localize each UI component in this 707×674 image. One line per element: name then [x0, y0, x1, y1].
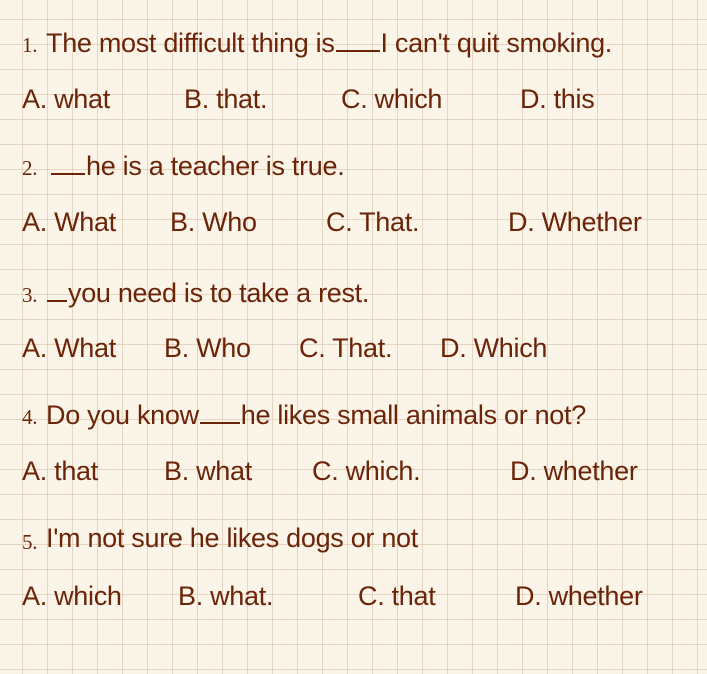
option-a[interactable]: A. that [22, 456, 98, 487]
option-d[interactable]: D. Which [440, 333, 547, 364]
question-text-before: The most difficult thing is [46, 28, 335, 58]
answer-blank [335, 26, 380, 52]
option-c[interactable]: C. that [358, 581, 436, 612]
option-a[interactable]: A. which [22, 581, 122, 612]
option-a[interactable]: A. What [22, 333, 116, 364]
question-3: 3. you need is to take a rest. [0, 272, 707, 312]
question-text: he is a teacher is true. [50, 149, 345, 182]
options-2: A. What B. Who C. That. D. Whether [0, 203, 707, 243]
option-c[interactable]: C. That. [299, 333, 392, 364]
question-number: 2. [22, 156, 38, 180]
question-text: I'm not sure he likes dogs or not [46, 523, 418, 553]
option-c[interactable]: C. That. [326, 207, 419, 238]
question-text-after: you need is to take a rest. [68, 278, 370, 308]
option-a[interactable]: A. What [22, 207, 116, 238]
option-d[interactable]: D. whether [510, 456, 638, 487]
option-d[interactable]: D. whether [515, 581, 643, 612]
question-4: 4. Do you know he likes small animals or … [0, 394, 707, 434]
question-number: 5. [22, 530, 38, 554]
answer-blank [199, 398, 240, 424]
option-b[interactable]: B. Who [170, 207, 257, 238]
options-4: A. that B. what C. which. D. whether [0, 452, 707, 492]
options-3: A. What B. Who C. That. D. Which [0, 329, 707, 369]
option-b[interactable]: B. what [164, 456, 252, 487]
question-text-after: he is a teacher is true. [86, 151, 345, 181]
answer-blank [51, 149, 85, 175]
question-2: 2. he is a teacher is true. [0, 145, 707, 185]
option-a[interactable]: A. what [22, 84, 110, 115]
option-d[interactable]: D. this [520, 84, 595, 115]
question-text: you need is to take a rest. [46, 276, 369, 309]
question-text-before: Do you know [46, 400, 199, 430]
worksheet: 1. The most difficult thing is I can't qu… [0, 0, 707, 674]
option-b[interactable]: B. that. [184, 84, 267, 115]
question-text-after: I can't quit smoking. [380, 28, 613, 58]
option-b[interactable]: B. what. [178, 581, 273, 612]
options-1: A. what B. that. C. which D. this [0, 80, 707, 120]
option-b[interactable]: B. Who [164, 333, 251, 364]
question-text: Do you know he likes small animals or not… [46, 398, 586, 431]
question-1: 1. The most difficult thing is I can't qu… [0, 22, 707, 62]
question-number: 3. [22, 283, 38, 307]
question-number: 4. [22, 405, 38, 429]
question-text: The most difficult thing is I can't quit … [46, 26, 612, 59]
question-5: 5. I'm not sure he likes dogs or not [0, 519, 707, 559]
option-c[interactable]: C. which. [312, 456, 421, 487]
option-c[interactable]: C. which [341, 84, 442, 115]
question-text-after: he likes small animals or not? [240, 400, 586, 430]
question-number: 1. [22, 33, 38, 57]
options-5: A. which B. what. C. that D. whether [0, 577, 707, 617]
answer-blank [47, 276, 67, 302]
option-d[interactable]: D. Whether [508, 207, 642, 238]
